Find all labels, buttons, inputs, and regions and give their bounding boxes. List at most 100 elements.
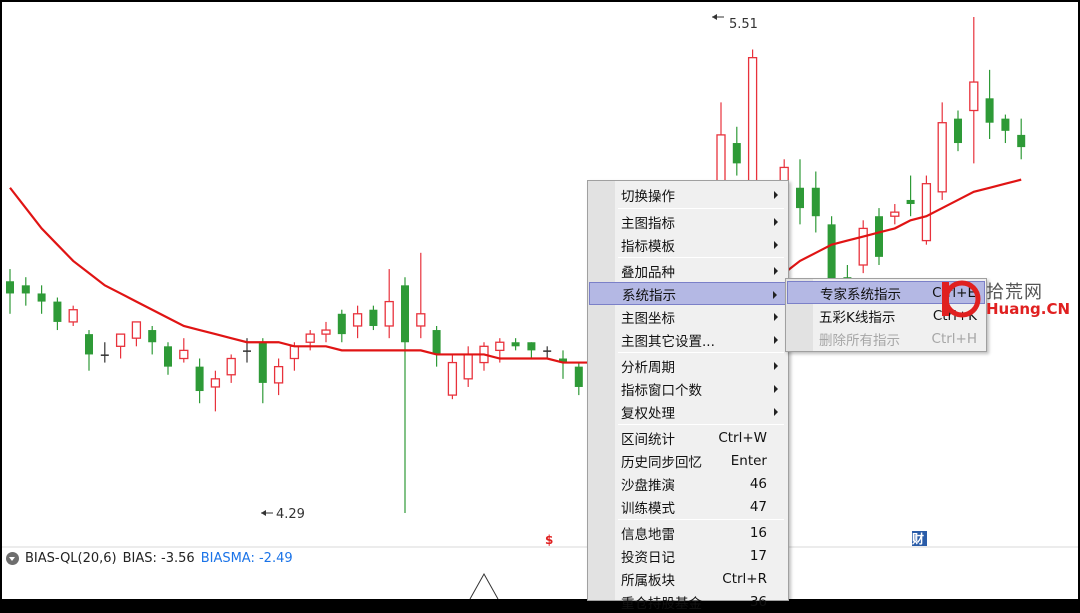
candle[interactable] <box>37 285 46 314</box>
candle[interactable] <box>858 220 868 274</box>
candle[interactable] <box>179 338 189 363</box>
submenu-item-delete-all[interactable]: 删除所有指示 Ctrl+H <box>787 327 985 350</box>
menu-item-label: 叠加品种 <box>621 264 675 281</box>
candle-body <box>906 199 915 205</box>
candle[interactable] <box>273 358 284 396</box>
candle-body <box>210 378 221 388</box>
candle[interactable] <box>875 208 883 265</box>
submenu-arrow-icon <box>774 241 778 249</box>
candle[interactable] <box>985 69 994 139</box>
menu-item-overlay-symbol[interactable]: 叠加品种 <box>589 259 787 282</box>
menu-item-investment-diary[interactable]: 投资日记 17 <box>589 544 787 567</box>
menu-item-training-mode[interactable]: 训练模式 47 <box>589 495 787 518</box>
menu-item-main-indicator[interactable]: 主图指标 <box>589 210 787 233</box>
candle[interactable] <box>21 277 30 306</box>
candle[interactable] <box>937 102 947 200</box>
candle[interactable] <box>258 338 267 404</box>
menu-separator <box>618 257 784 258</box>
chevron-down-icon[interactable] <box>6 551 19 565</box>
menu-item-shortcut: 47 <box>749 498 767 515</box>
candle[interactable] <box>369 305 378 331</box>
menu-item-shortcut: Ctrl+H <box>931 330 977 347</box>
candle[interactable] <box>131 321 142 347</box>
candle[interactable] <box>115 333 126 359</box>
candle-body <box>243 350 251 352</box>
menu-item-system-signals[interactable]: 系统指示 <box>589 282 787 305</box>
menu-item-shortcut: Ctrl+R <box>722 570 767 587</box>
menu-item-analysis-period[interactable]: 分析周期 <box>589 354 787 377</box>
candle[interactable] <box>969 17 979 164</box>
candle[interactable] <box>574 362 583 396</box>
indicator-line-fragment <box>469 572 499 599</box>
submenu-arrow-icon <box>774 362 778 370</box>
candle[interactable] <box>100 342 109 363</box>
menu-item-switch-operation[interactable]: 切换操作 <box>589 183 787 206</box>
menu-item-info-mine[interactable]: 信息地雷 16 <box>589 521 787 544</box>
candle[interactable] <box>543 346 552 359</box>
candle-body <box>337 313 346 335</box>
candle[interactable] <box>384 269 394 339</box>
candle[interactable] <box>416 252 426 339</box>
submenu-arrow-icon <box>774 218 778 226</box>
candle[interactable] <box>148 325 157 355</box>
candle-body <box>811 187 820 217</box>
menu-item-main-other-settings[interactable]: 主图其它设置... <box>589 328 787 351</box>
menu-item-fund-holdings[interactable]: 重仓持股基金 36 <box>589 590 787 613</box>
candle[interactable] <box>1017 118 1026 160</box>
candle[interactable] <box>921 175 932 245</box>
candle[interactable] <box>432 325 441 367</box>
candle-body <box>37 293 46 302</box>
candle-body <box>511 342 520 347</box>
candle[interactable] <box>164 342 172 375</box>
candle[interactable] <box>6 269 14 314</box>
candle-body <box>369 309 378 326</box>
menu-item-shortcut: Enter <box>730 452 767 469</box>
candle[interactable] <box>401 277 409 513</box>
menu-item-history-sync[interactable]: 历史同步回忆 Enter <box>589 449 787 472</box>
candle[interactable] <box>352 305 363 339</box>
candle-body <box>401 285 409 343</box>
finance-marker[interactable]: 财 <box>911 531 924 546</box>
candle[interactable] <box>559 350 567 379</box>
candle[interactable] <box>747 49 758 192</box>
menu-item-label: 主图其它设置... <box>621 333 715 350</box>
candle-body <box>226 357 236 376</box>
candle[interactable] <box>1001 114 1010 144</box>
candle-body <box>985 98 994 123</box>
candle[interactable] <box>527 342 536 359</box>
candle[interactable] <box>447 354 458 400</box>
indicator-header: BIAS-QL(20,6) BIAS: -3.56 BIASMA: -2.49 <box>4 548 604 568</box>
indicator-name[interactable]: BIAS-QL(20,6) <box>25 551 117 566</box>
menu-item-main-axis[interactable]: 主图坐标 <box>589 305 787 328</box>
candle-body <box>321 329 331 335</box>
menu-item-range-statistics[interactable]: 区间统计 Ctrl+W <box>589 426 787 449</box>
candle[interactable] <box>511 338 520 351</box>
menu-item-indicator-template[interactable]: 指标模板 <box>589 233 787 256</box>
event-marker-dollar[interactable]: $ <box>545 533 553 547</box>
candle[interactable] <box>732 126 741 176</box>
candle[interactable] <box>890 204 900 225</box>
candle[interactable] <box>53 297 62 331</box>
low-price-marker: 4.29 <box>261 507 305 522</box>
candle[interactable] <box>68 305 78 326</box>
candle-body <box>68 309 78 323</box>
candle[interactable] <box>226 354 236 383</box>
candle[interactable] <box>210 370 221 412</box>
candle[interactable] <box>811 171 820 233</box>
candle[interactable] <box>954 110 962 152</box>
candle[interactable] <box>321 321 331 343</box>
candle[interactable] <box>85 330 93 371</box>
candle[interactable] <box>195 358 204 404</box>
candle[interactable] <box>906 175 915 217</box>
menu-item-sector[interactable]: 所属板块 Ctrl+R <box>589 567 787 590</box>
candle-body <box>352 313 363 327</box>
candle[interactable] <box>479 342 489 371</box>
screenshot-stage: 5.51 4.29 $ 财 BIAS-QL(20,6) BIAS: -3.56 … <box>0 0 1080 612</box>
menu-item-rights-adjustment[interactable]: 复权处理 <box>589 400 787 423</box>
menu-item-indicator-window-count[interactable]: 指标窗口个数 <box>589 377 787 400</box>
menu-item-sandbox[interactable]: 沙盘推演 46 <box>589 472 787 495</box>
candle[interactable] <box>337 309 346 343</box>
candle[interactable] <box>796 159 804 225</box>
candle[interactable] <box>463 346 473 387</box>
candle-body <box>100 354 109 356</box>
